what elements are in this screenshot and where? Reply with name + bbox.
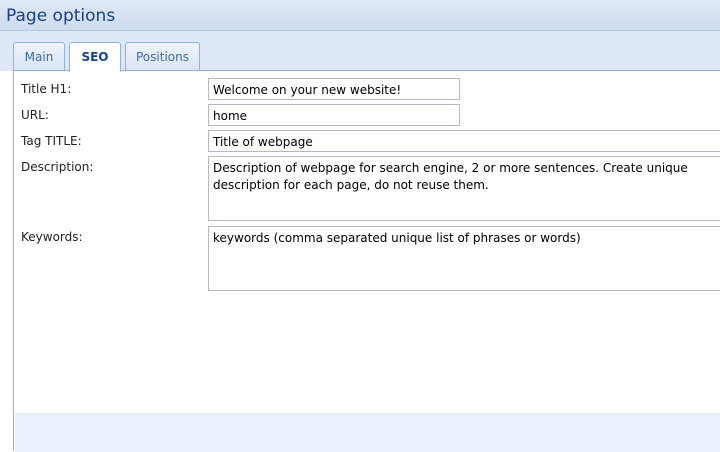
description-text: Description of webpage for search engine… xyxy=(213,161,688,192)
keywords-label: Keywords: xyxy=(21,230,83,244)
seo-panel: Title H1: Welcome on your new website! U… xyxy=(13,70,720,452)
window-header: Page options xyxy=(0,0,720,31)
description-label: Description: xyxy=(21,160,94,174)
description-textarea[interactable]: Description of webpage for search engine… xyxy=(208,156,720,221)
page-title: Page options xyxy=(6,6,116,26)
title-h1-label: Title H1: xyxy=(21,82,72,96)
title-h1-input[interactable]: Welcome on your new website! xyxy=(208,78,460,100)
tab-positions[interactable]: Positions xyxy=(125,42,200,71)
keywords-textarea[interactable]: keywords (comma separated unique list of… xyxy=(208,226,720,291)
url-label: URL: xyxy=(21,108,49,122)
tab-main[interactable]: Main xyxy=(13,42,65,71)
tag-title-label: Tag TITLE: xyxy=(21,134,82,148)
tab-bar: Main SEO Positions xyxy=(0,31,720,72)
tab-seo[interactable]: SEO xyxy=(69,42,121,72)
tag-title-input[interactable]: Title of webpage xyxy=(208,130,720,152)
url-input[interactable]: home xyxy=(208,104,460,126)
panel-footer xyxy=(15,413,720,452)
